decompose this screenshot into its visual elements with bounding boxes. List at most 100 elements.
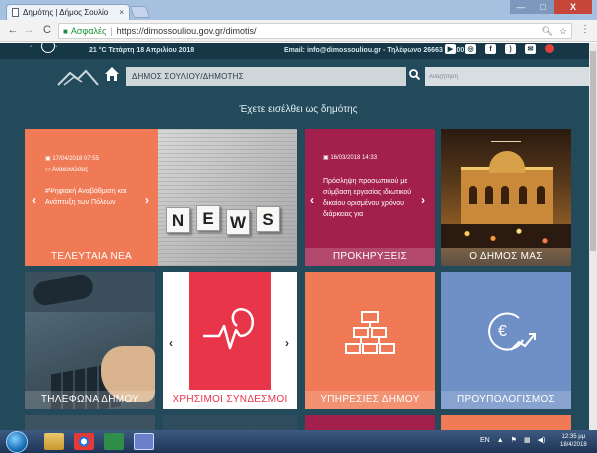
close-window-button[interactable]: X — [554, 0, 592, 14]
network-icon[interactable]: ▦ — [524, 436, 531, 444]
announcement-meta: ▣ 16/03/2018 14:33 — [323, 154, 377, 161]
browser-menu-icon[interactable]: ⋮ — [580, 24, 590, 35]
news-letter-cube: E — [196, 205, 220, 231]
announcement-body[interactable]: Πρόσληψη προσωπικού με σύμβαση εργασίας … — [323, 176, 423, 220]
festival-lights — [441, 224, 571, 248]
budget-tile[interactable]: € ΠΡΟΥΠΟΛΟΓΙΣΜΟΣ — [441, 272, 571, 409]
url-separator: | — [110, 26, 113, 36]
mail-icon[interactable]: ✉ — [525, 44, 536, 54]
news-category[interactable]: Ανακοινώσεις — [52, 167, 88, 173]
header-row: ΔΗΜΟΣ ΣΟΥΛΙΟΥ/ΔΗΜΟΤΗΣ — [0, 65, 597, 93]
clock[interactable]: 12:35 μμ 18/4/2018 — [560, 433, 587, 449]
telephone-handset — [31, 272, 95, 308]
services-tile-label: ΥΠΗΡΕΣΙΕΣ ΔΗΜΟΥ — [305, 391, 435, 409]
minimize-button[interactable]: — — [510, 0, 532, 14]
lock-icon: ■ — [63, 26, 68, 36]
news-tile[interactable]: N E W S ▣ 17/04/2018 07:55 ▭ Ανακοινώσει… — [25, 129, 297, 266]
church-dome — [489, 151, 525, 173]
site-logo[interactable] — [56, 67, 100, 87]
address-bar-row: ← → C ■ Ασφαλές | https://dimossouliou.g… — [0, 20, 597, 42]
volume-icon[interactable]: ◀) — [538, 436, 546, 444]
tile-partial — [441, 415, 571, 430]
news-tile-label: ΤΕΛΕΥΤΑΙΑ ΝΕΑ — [51, 251, 132, 262]
breadcrumb: ΔΗΜΟΣ ΣΟΥΛΙΟΥ/ΔΗΜΟΤΗΣ — [126, 67, 406, 86]
word-icon[interactable] — [134, 433, 154, 450]
tile-partial — [305, 415, 435, 430]
heart-icon[interactable] — [545, 44, 554, 53]
euro-growth-icon: € — [488, 312, 536, 351]
youtube-icon[interactable]: ▶ — [445, 44, 456, 54]
links-tile-label: ΧΡΗΣΙΜΟΙ ΣΥΝΔΕΣΜΟΙ — [163, 391, 297, 409]
phones-tile-label: ΤΗΛΕΦΩΝΑ ΔΗΜΟΥ — [25, 391, 155, 409]
links-prev-arrow[interactable]: ‹ — [169, 336, 173, 350]
forward-button[interactable]: → — [22, 24, 36, 36]
security-label: Ασφαλές — [70, 26, 107, 36]
municipality-photo — [441, 129, 571, 266]
facebook-icon[interactable]: f — [485, 44, 496, 54]
tray-expand-icon[interactable]: ▲ — [497, 437, 504, 444]
instagram-icon[interactable]: ◎ — [465, 44, 476, 54]
clock-date: 18/4/2018 — [560, 442, 587, 448]
announcement-next-arrow[interactable]: › — [421, 193, 425, 207]
news-prev-arrow[interactable]: ‹ — [32, 193, 36, 207]
social-links: ▶ ◎ f ) ✉ — [445, 44, 554, 54]
news-letter-cube: W — [226, 209, 250, 235]
excel-icon[interactable] — [104, 433, 124, 450]
announcements-tile[interactable]: ▣ 16/03/2018 14:33 Πρόσληψη προσωπικού μ… — [305, 129, 435, 266]
announcement-date: 16/03/2018 14:33 — [330, 155, 378, 161]
phones-tile[interactable]: ΤΗΛΕΦΩΝΑ ΔΗΜΟΥ — [25, 272, 155, 409]
top-info-bar: ´ ` 21 °C Τετάρτη 18 Απριλίου 2018 Email… — [0, 43, 597, 59]
new-tab-button[interactable] — [129, 6, 151, 18]
system-tray: EN ▲ ⚑ ▦ ◀) — [480, 436, 546, 445]
start-button[interactable] — [6, 431, 28, 453]
news-letter-cube: S — [256, 206, 280, 232]
links-banner — [189, 272, 271, 390]
welcome-message: Έχετε εισέλθει ως δημότης — [239, 104, 358, 115]
tile-partial — [163, 415, 297, 430]
maximize-button[interactable]: □ — [532, 0, 554, 14]
church-image — [461, 167, 553, 227]
browser-tab-strip: Δημότης | Δήμος Σουλίο × — □ X — [0, 0, 597, 20]
home-icon[interactable] — [104, 66, 126, 88]
links-next-arrow[interactable]: › — [285, 336, 289, 350]
municipality-tile[interactable]: Ο ΔΗΜΟΣ ΜΑΣ — [441, 129, 571, 266]
heartbeat-pin-icon — [203, 308, 254, 350]
reload-button[interactable]: C — [40, 24, 54, 36]
announcements-tile-label: ΠΡΟΚΗΡΥΞΕΙΣ — [305, 248, 435, 266]
scrollbar-thumb[interactable] — [590, 51, 596, 251]
flag-icon[interactable]: ⚑ — [511, 436, 517, 444]
back-button[interactable]: ← — [6, 24, 20, 36]
svg-text:€: € — [498, 323, 507, 340]
chrome-icon[interactable] — [74, 433, 94, 450]
bookmark-star-icon[interactable]: ☆ — [559, 26, 567, 37]
clock-time: 12:35 μμ — [561, 434, 586, 440]
news-letter-cube: N — [166, 207, 190, 233]
page-scrollbar[interactable] — [589, 43, 597, 430]
web-page: ´ ` 21 °C Τετάρτη 18 Απριλίου 2018 Email… — [0, 43, 597, 430]
folder-icon: ▭ — [45, 167, 53, 173]
file-explorer-icon[interactable] — [44, 433, 64, 450]
news-date: 17/04/2018 07:55 — [52, 156, 100, 162]
budget-tile-label: ΠΡΟΥΠΟΛΟΓΙΣΜΟΣ — [441, 391, 571, 409]
browser-tab[interactable]: Δημότης | Δήμος Σουλίο × — [6, 4, 130, 20]
search-input[interactable] — [425, 67, 590, 86]
municipality-tile-label: Ο ΔΗΜΟΣ ΜΑΣ — [441, 248, 571, 266]
news-title[interactable]: #Ψηφιακή Αναβάθμιση και Ανάπτυξη των Πόλ… — [45, 186, 145, 208]
tile-partial — [25, 415, 155, 430]
services-tile[interactable]: ΥΠΗΡΕΣΙΕΣ ΔΗΜΟΥ — [305, 272, 435, 409]
rss-icon[interactable]: ) — [505, 44, 516, 54]
municipality-photo-logo — [491, 134, 521, 142]
url-input[interactable]: ■ Ασφαλές | https://dimossouliou.gov.gr/… — [58, 23, 572, 39]
announcement-prev-arrow[interactable]: ‹ — [310, 193, 314, 207]
language-indicator[interactable]: EN — [480, 437, 490, 444]
windows-taskbar: EN ▲ ⚑ ▦ ◀) 12:35 μμ 18/4/2018 — [0, 430, 597, 453]
zoom-icon[interactable]: 🔍︎ — [541, 26, 552, 37]
tab-title: Δημότης | Δήμος Σουλίο — [23, 8, 109, 17]
news-next-arrow[interactable]: › — [145, 193, 149, 207]
url-text: https://dimossouliou.gov.gr/dimotis/ — [116, 26, 257, 36]
tab-close-icon[interactable]: × — [119, 8, 124, 17]
news-meta: ▣ 17/04/2018 07:55 ▭ Ανακοινώσεις — [45, 154, 99, 176]
search-icon[interactable] — [409, 69, 421, 83]
links-tile[interactable]: ‹ › ΧΡΗΣΙΜΟΙ ΣΥΝΔΕΣΜΟΙ — [163, 272, 297, 409]
contact-text: Email: info@dimossouliou.gr - Τηλέφωνο 2… — [284, 47, 465, 54]
